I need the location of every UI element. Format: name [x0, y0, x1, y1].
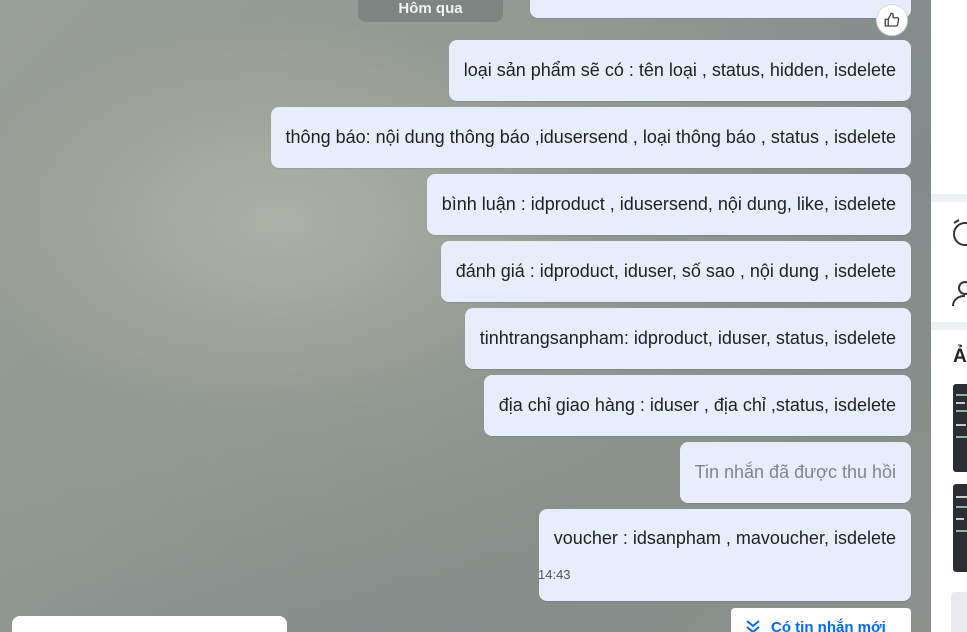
media-thumbnail[interactable] — [953, 484, 967, 572]
composer-box[interactable] — [12, 616, 287, 632]
recalled-message-bubble[interactable]: Tin nhắn đã được thu hồi — [679, 442, 911, 503]
new-messages-button[interactable]: Có tin nhắn mới — [731, 608, 911, 632]
message-text: tinhtrangsanpham: idproduct, iduser, sta… — [479, 328, 896, 348]
message-timestamp: 14:43 — [538, 567, 571, 582]
new-messages-label: Có tin nhắn mới — [771, 619, 886, 632]
message-bubble[interactable]: đánh giá : idproduct, iduser, số sao , n… — [440, 241, 911, 302]
message-bubble[interactable]: địa chỉ giao hàng : iduser , địa chỉ ,st… — [483, 375, 911, 436]
media-section-header: Ả — [953, 346, 967, 367]
recalled-message-text: Tin nhắn đã được thu hồi — [694, 462, 896, 482]
message-text: thông báo: nội dung thông báo ,idusersen… — [285, 127, 896, 147]
message-bubble[interactable]: tinhtrangsanpham: idproduct, iduser, sta… — [464, 308, 911, 369]
date-separator: Hôm qua — [358, 0, 503, 22]
message-bubble[interactable]: voucher : idsanpham , mavoucher, isdelet… — [538, 509, 911, 601]
user-icon[interactable] — [951, 280, 967, 308]
thumbs-up-icon — [884, 12, 900, 27]
message-text: loại sản phẩm sẽ có : tên loại , status,… — [463, 60, 896, 80]
panel-divider — [931, 194, 967, 202]
alarm-icon[interactable] — [951, 218, 967, 248]
like-button[interactable] — [876, 4, 908, 36]
conversation-info-panel: Ả — [931, 0, 967, 632]
double-chevron-down-icon — [746, 620, 760, 632]
message-bubble[interactable]: bình luận : idproduct , idusersend, nội … — [426, 174, 911, 235]
chat-area: Hôm qua loại sản phẩm sẽ có : tên loại ,… — [0, 0, 931, 632]
view-all-button[interactable] — [951, 592, 967, 632]
media-thumbnail[interactable] — [953, 384, 967, 472]
message-bubble-partial[interactable] — [530, 0, 911, 18]
message-bubble[interactable]: thông báo: nội dung thông báo ,idusersen… — [270, 107, 911, 168]
message-text: bình luận : idproduct , idusersend, nội … — [441, 194, 896, 214]
message-text: voucher : idsanpham , mavoucher, isdelet… — [553, 528, 896, 548]
message-text: địa chỉ giao hàng : iduser , địa chỉ ,st… — [498, 395, 896, 415]
message-bubble[interactable]: loại sản phẩm sẽ có : tên loại , status,… — [448, 40, 911, 101]
message-text: đánh giá : idproduct, iduser, số sao , n… — [455, 261, 896, 281]
panel-divider — [931, 322, 967, 330]
